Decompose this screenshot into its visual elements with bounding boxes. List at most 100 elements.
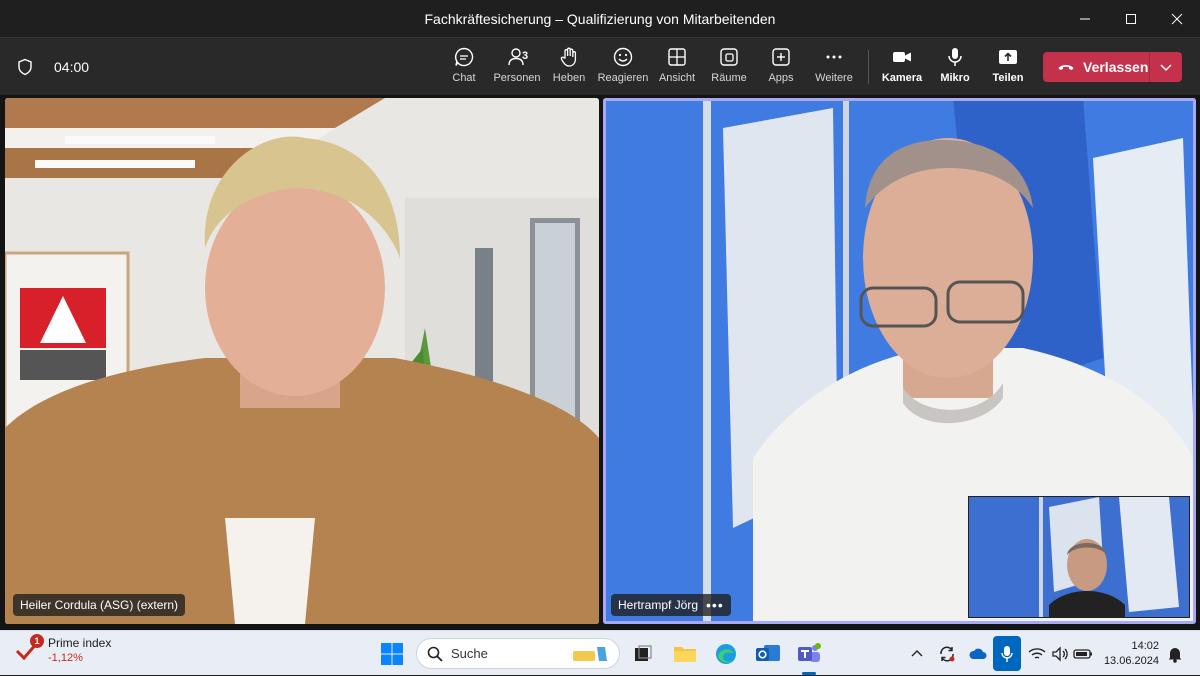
notifications-button[interactable] bbox=[1164, 631, 1186, 676]
battery-icon bbox=[1073, 648, 1092, 659]
people-count: 3 bbox=[522, 50, 529, 62]
people-label: Personen bbox=[493, 72, 541, 84]
outlook-icon bbox=[756, 645, 780, 661]
camera-icon bbox=[893, 52, 911, 62]
react-button[interactable]: Reagieren bbox=[595, 46, 651, 90]
clock-time: 14:02 bbox=[1131, 640, 1159, 652]
leave-label: Verlassen bbox=[1083, 59, 1149, 75]
apps-plus-icon bbox=[772, 48, 790, 66]
leave-button[interactable]: Verlassen bbox=[1043, 52, 1150, 82]
participant-nameplate: Heiler Cordula (ASG) (extern) bbox=[13, 594, 186, 616]
more-button[interactable]: Weitere bbox=[806, 46, 862, 90]
wifi-tray-button[interactable] bbox=[1026, 631, 1048, 676]
self-view-image bbox=[969, 497, 1189, 617]
cloud-icon bbox=[969, 648, 987, 659]
speaker-icon bbox=[1052, 645, 1068, 662]
search-icon bbox=[427, 646, 443, 662]
windows-logo-icon bbox=[381, 643, 403, 665]
participant-name: Hertrampf Jörg bbox=[618, 598, 699, 612]
window-controls bbox=[1062, 0, 1200, 37]
meeting-timer: 04:00 bbox=[54, 59, 90, 75]
folder-icon bbox=[674, 647, 696, 662]
share-label: Teilen bbox=[992, 72, 1024, 84]
task-view-icon bbox=[635, 645, 652, 661]
video-stage: Heiler Cordula (ASG) (extern) Hertrampf … bbox=[0, 95, 1200, 630]
raise-hand-label: Heben bbox=[552, 72, 586, 84]
edge-browser-button[interactable] bbox=[711, 639, 741, 669]
more-icon bbox=[826, 55, 842, 59]
participant-tile-heiler[interactable]: Heiler Cordula (ASG) (extern) bbox=[5, 98, 599, 624]
minimize-button[interactable] bbox=[1062, 0, 1108, 37]
title-bar: Fachkräftesicherung – Qualifizierung von… bbox=[0, 0, 1200, 37]
windows-taskbar: 1 Prime index -1,12% Suche 14:02 13.06.2… bbox=[0, 630, 1200, 675]
view-label: Ansicht bbox=[658, 72, 696, 84]
raise-hand-button[interactable]: Heben bbox=[541, 46, 597, 90]
rooms-button[interactable]: Räume bbox=[701, 46, 757, 90]
teams-button[interactable] bbox=[794, 639, 824, 669]
task-view-button[interactable] bbox=[628, 639, 658, 669]
mic-label: Mikro bbox=[940, 72, 970, 84]
widget-title: Prime index bbox=[48, 636, 112, 650]
view-grid-icon bbox=[668, 48, 686, 66]
leave-button-group: Verlassen bbox=[1043, 52, 1182, 82]
tray-overflow-button[interactable] bbox=[906, 631, 928, 676]
chat-button[interactable]: Chat bbox=[436, 46, 492, 90]
clock-date: 13.06.2024 bbox=[1103, 655, 1159, 667]
leave-options-button[interactable] bbox=[1150, 52, 1182, 82]
close-button[interactable] bbox=[1154, 0, 1200, 37]
mic-in-use-tray[interactable] bbox=[993, 636, 1021, 671]
people-button[interactable]: 3 Personen bbox=[489, 46, 545, 90]
widget-value: -1,12% bbox=[48, 652, 83, 664]
search-highlight-icon bbox=[573, 646, 607, 661]
view-button[interactable]: Ansicht bbox=[649, 46, 705, 90]
close-icon bbox=[1171, 13, 1183, 24]
chevron-down-icon bbox=[1160, 64, 1172, 72]
meeting-toolbar: 04:00 Chat 3 Personen Heben Reagieren An… bbox=[0, 37, 1200, 95]
participant-name: Heiler Cordula (ASG) (extern) bbox=[20, 598, 179, 612]
microphone-icon bbox=[948, 48, 962, 66]
participant-nameplate: Hertrampf Jörg ••• bbox=[611, 594, 731, 616]
chevron-up-icon bbox=[911, 649, 923, 656]
window-title: Fachkräftesicherung – Qualifizierung von… bbox=[424, 10, 776, 27]
sync-tray-button[interactable] bbox=[934, 631, 960, 676]
volume-tray-button[interactable] bbox=[1049, 631, 1071, 676]
microphone-tray-icon bbox=[1001, 645, 1013, 662]
participant-tile-hertrampf[interactable]: Hertrampf Jörg ••• bbox=[603, 98, 1196, 624]
raise-hand-icon bbox=[560, 47, 577, 67]
outlook-button[interactable] bbox=[753, 639, 783, 669]
battery-tray-button[interactable] bbox=[1072, 631, 1094, 676]
apps-button[interactable]: Apps bbox=[753, 46, 809, 90]
chat-icon bbox=[454, 47, 474, 67]
search-placeholder: Suche bbox=[451, 646, 488, 661]
more-label: Weitere bbox=[815, 72, 853, 84]
share-button[interactable]: Teilen bbox=[980, 46, 1036, 90]
hang-up-icon bbox=[1058, 65, 1074, 70]
share-icon bbox=[999, 50, 1017, 64]
react-label: Reagieren bbox=[597, 72, 649, 84]
camera-label: Kamera bbox=[881, 72, 923, 84]
sync-icon bbox=[940, 646, 955, 661]
camera-button[interactable]: Kamera bbox=[874, 46, 930, 90]
apps-label: Apps bbox=[768, 72, 794, 84]
stock-widget[interactable]: 1 Prime index -1,12% bbox=[14, 634, 112, 666]
teams-icon bbox=[798, 643, 821, 662]
start-button[interactable] bbox=[377, 639, 407, 669]
participant-more-icon[interactable]: ••• bbox=[706, 597, 724, 613]
participant-video-heiler bbox=[5, 98, 599, 624]
self-view-video[interactable] bbox=[968, 496, 1190, 618]
onedrive-tray-button[interactable] bbox=[965, 631, 991, 676]
taskbar-search[interactable]: Suche bbox=[416, 638, 620, 669]
maximize-button[interactable] bbox=[1108, 0, 1154, 37]
taskbar-clock[interactable]: 14:02 13.06.2024 bbox=[1103, 639, 1159, 669]
minimize-icon bbox=[1080, 18, 1090, 19]
shield-icon[interactable] bbox=[16, 58, 34, 76]
rooms-label: Räume bbox=[711, 72, 747, 84]
smiley-icon bbox=[613, 47, 633, 67]
wifi-icon bbox=[1028, 647, 1046, 659]
widget-badge: 1 bbox=[30, 634, 44, 648]
meeting-info: 04:00 bbox=[16, 38, 89, 96]
mic-button[interactable]: Mikro bbox=[927, 46, 983, 90]
file-explorer-button[interactable] bbox=[670, 639, 700, 669]
toolbar-divider bbox=[868, 50, 869, 84]
bell-icon bbox=[1168, 647, 1182, 663]
